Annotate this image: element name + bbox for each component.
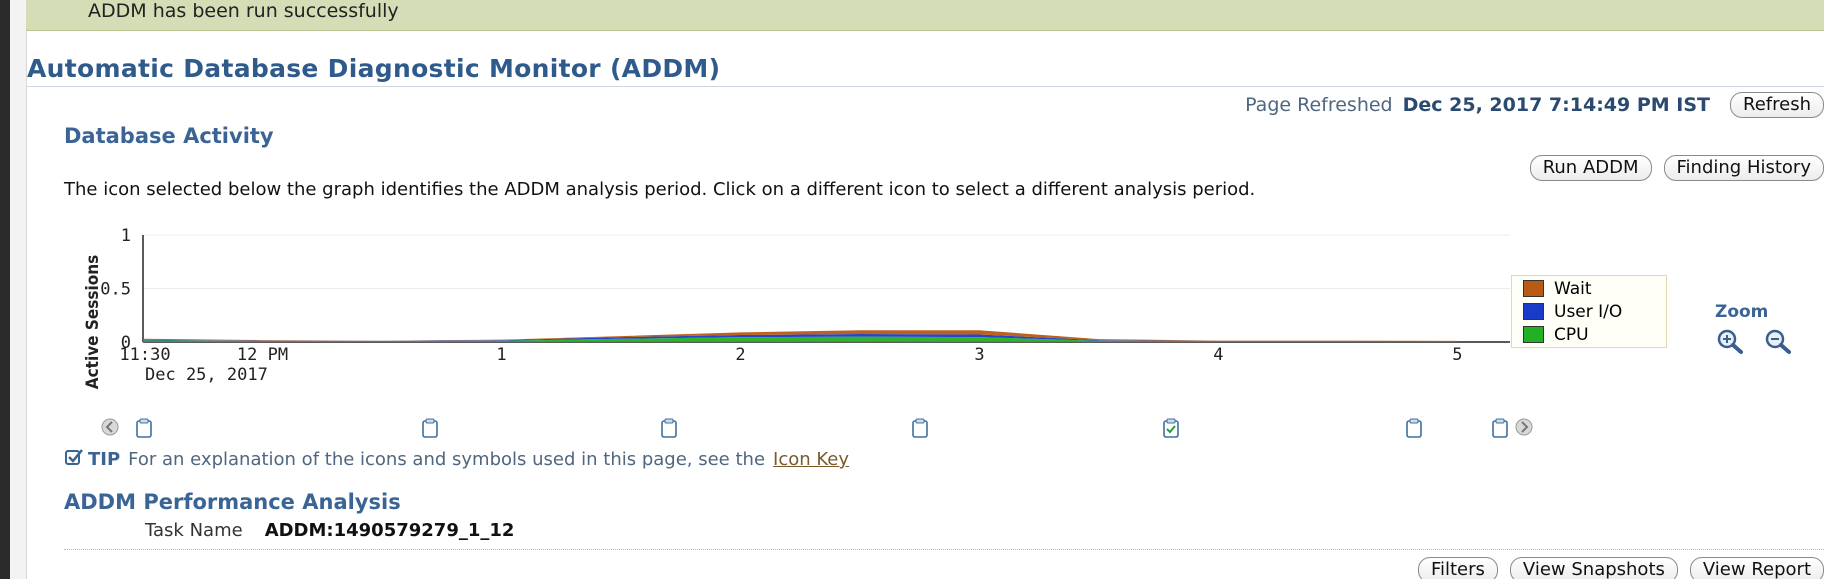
x-tick-label-2: 1	[496, 345, 506, 365]
tip-icon	[64, 447, 84, 472]
chart-legend: Wait User I/O CPU	[1511, 275, 1667, 348]
scroll-left-icon[interactable]	[100, 417, 120, 439]
tip-text: For an explanation of the icons and symb…	[128, 449, 766, 470]
y-tick-label-1: 0.5	[100, 280, 131, 300]
snapshot-icon[interactable]	[1404, 417, 1424, 439]
view-report-button[interactable]: View Report	[1689, 557, 1824, 579]
zoom-buttons	[1715, 328, 1824, 359]
task-name-label: Task Name	[145, 520, 243, 541]
analysis-period-instructions: The icon selected below the graph identi…	[64, 179, 1256, 200]
series-area-cpu	[143, 336, 1458, 342]
legend-item-wait: Wait	[1523, 278, 1666, 299]
performance-analysis-heading: ADDM Performance Analysis	[64, 490, 401, 514]
snapshot-icon[interactable]	[910, 417, 930, 439]
legend-swatch-wait	[1523, 280, 1544, 297]
legend-item-cpu: CPU	[1523, 324, 1666, 345]
y-axis-label: Active Sessions	[83, 255, 103, 389]
legend-label-cpu: CPU	[1554, 324, 1589, 345]
refresh-row: Page Refreshed Dec 25, 2017 7:14:49 PM I…	[1245, 92, 1824, 118]
activity-chart-svg: Active Sessions 00.5111:30 12 PM 1 2 3 4 5Dec …	[83, 226, 1510, 389]
x-date-label: Dec 25, 2017	[145, 365, 268, 385]
window-edge	[0, 0, 10, 579]
database-activity-chart: Active Sessions 0 0.5 1 11:30 12 PM 1 2 3 4 5 Dec …	[70, 222, 1510, 412]
zoom-out-icon[interactable]	[1763, 328, 1793, 359]
scroll-right-icon[interactable]	[1514, 417, 1534, 439]
snapshot-selected-icon[interactable]	[1161, 417, 1181, 439]
database-activity-heading: Database Activity	[64, 124, 274, 148]
page-frame: ADDM has been run successfully Automatic…	[0, 0, 1824, 579]
title-divider	[27, 86, 1824, 87]
performance-actions: Filters View Snapshots View Report	[1417, 557, 1824, 579]
x-tick-label-1: 12 PM	[237, 345, 288, 365]
icon-key-link[interactable]: Icon Key	[773, 449, 849, 470]
view-snapshots-button[interactable]: View Snapshots	[1509, 557, 1678, 579]
legend-label-user-io: User I/O	[1554, 301, 1623, 322]
x-tick-label-5: 4	[1213, 345, 1223, 365]
task-name-row: Task Name ADDM:1490579279_1_12	[145, 520, 514, 541]
x-tick-label-6: 5	[1452, 345, 1462, 365]
snapshot-icon[interactable]	[1490, 417, 1510, 439]
legend-swatch-cpu	[1523, 326, 1544, 343]
refresh-button[interactable]: Refresh	[1730, 92, 1824, 118]
task-name-value: ADDM:1490579279_1_12	[264, 520, 515, 541]
tip-label: TIP	[88, 449, 121, 470]
snapshot-icon[interactable]	[420, 417, 440, 439]
x-tick-label-3: 2	[735, 345, 745, 365]
page-refreshed-timestamp: Dec 25, 2017 7:14:49 PM IST	[1402, 94, 1711, 116]
legend-swatch-user-io	[1523, 303, 1544, 320]
finding-history-button[interactable]: Finding History	[1663, 155, 1824, 181]
filters-button[interactable]: Filters	[1417, 557, 1498, 579]
snapshot-icon[interactable]	[659, 417, 679, 439]
run-addm-button[interactable]: Run ADDM	[1529, 155, 1652, 181]
snapshot-icon[interactable]	[134, 417, 154, 439]
snapshot-icons-row	[0, 417, 1824, 443]
y-tick-label-2: 1	[121, 226, 131, 246]
page-refreshed-label: Page Refreshed	[1245, 94, 1393, 116]
section-divider	[64, 549, 1824, 550]
success-message: ADDM has been run successfully	[88, 0, 399, 22]
tip-row: TIP For an explanation of the icons and …	[64, 447, 849, 472]
legend-label-wait: Wait	[1554, 278, 1592, 299]
page-title: Automatic Database Diagnostic Monitor (A…	[27, 54, 721, 83]
zoom-controls: Zoom	[1715, 302, 1824, 359]
x-tick-label-4: 3	[974, 345, 984, 365]
success-banner: ADDM has been run successfully	[26, 0, 1824, 31]
activity-actions: Run ADDM Finding History	[1529, 155, 1824, 181]
legend-item-user-io: User I/O	[1523, 301, 1666, 322]
zoom-label: Zoom	[1715, 302, 1769, 322]
x-tick-label-0: 11:30	[119, 345, 170, 365]
side-gutter	[10, 0, 27, 579]
zoom-in-icon[interactable]	[1715, 328, 1745, 359]
